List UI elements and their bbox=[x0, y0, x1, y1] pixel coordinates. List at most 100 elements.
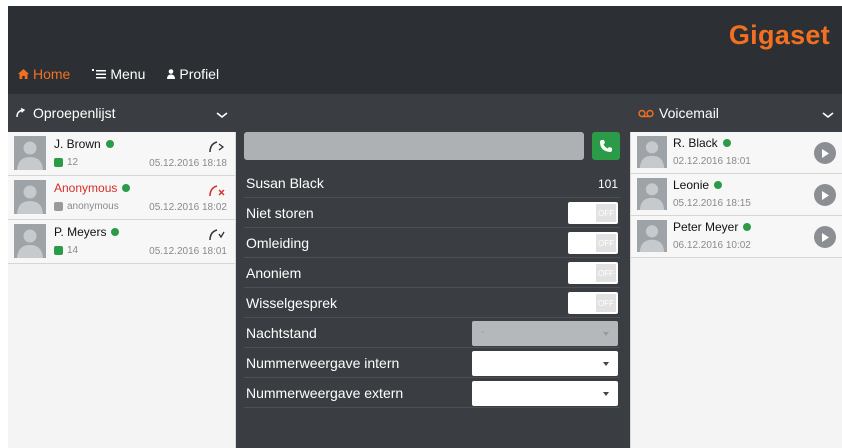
voicemail-date: 05.12.2016 18:15 bbox=[673, 198, 751, 209]
chevron-down-icon bbox=[603, 392, 609, 396]
avatar bbox=[637, 136, 667, 168]
anonymous-toggle[interactable]: OFF bbox=[568, 262, 618, 284]
avatar bbox=[637, 220, 667, 252]
home-icon bbox=[18, 69, 29, 79]
setting-clip-internal: Nummerweergave intern bbox=[244, 348, 620, 378]
call-row[interactable]: Anonymous anonymous 05.12.2016 18:02 bbox=[8, 176, 235, 220]
chevron-down-icon bbox=[603, 332, 609, 336]
dial-input[interactable] bbox=[244, 132, 584, 160]
clip-external-label: Nummerweergave extern bbox=[246, 385, 404, 401]
user-icon bbox=[167, 69, 176, 79]
clip-internal-select[interactable] bbox=[472, 351, 618, 376]
play-icon bbox=[822, 148, 829, 158]
chevron-down-icon[interactable] bbox=[822, 110, 834, 120]
calllist-header: Oproepenlijst bbox=[8, 94, 236, 132]
presence-dot bbox=[714, 181, 723, 189]
play-icon bbox=[822, 232, 829, 242]
clip-external-select[interactable] bbox=[472, 381, 618, 406]
presence-dot bbox=[122, 184, 131, 192]
internal-phone-icon bbox=[54, 158, 63, 167]
dnd-toggle[interactable]: OFF bbox=[568, 202, 618, 224]
voicemail-name: Leonie bbox=[673, 178, 710, 192]
voicemail-name: Peter Meyer bbox=[673, 220, 739, 234]
presence-dot bbox=[743, 223, 752, 231]
anonymous-label: Anoniem bbox=[246, 265, 302, 281]
contact-number: anonymous bbox=[67, 201, 119, 212]
voicemail-date: 02.12.2016 18:01 bbox=[673, 156, 751, 167]
incoming-call-icon bbox=[209, 229, 225, 241]
avatar bbox=[14, 224, 46, 258]
main-nav: Home Menu Profiel bbox=[18, 66, 219, 82]
nav-menu[interactable]: Menu bbox=[92, 66, 145, 82]
calllist-title: Oproepenlijst bbox=[33, 105, 116, 121]
voicemail-header: Voicemail bbox=[630, 94, 842, 132]
center-panel: Susan Black 101 Niet storen OFF Omleidin… bbox=[236, 94, 630, 448]
clip-internal-label: Nummerweergave intern bbox=[246, 355, 400, 371]
nav-home-label: Home bbox=[33, 66, 71, 82]
chevron-down-icon[interactable] bbox=[216, 110, 228, 120]
avatar bbox=[14, 136, 46, 170]
toggle-off-label: OFF bbox=[596, 294, 616, 312]
avatar bbox=[637, 178, 667, 210]
top-bar: Gigaset Home Menu Profiel bbox=[8, 6, 842, 94]
call-list-icon bbox=[16, 108, 26, 118]
forward-label: Omleiding bbox=[246, 235, 310, 251]
contact-number: 14 bbox=[67, 245, 79, 256]
missed-call-icon bbox=[209, 185, 225, 197]
voicemail-row[interactable]: R. Black 02.12.2016 18:01 bbox=[631, 132, 842, 174]
play-button[interactable] bbox=[814, 142, 836, 164]
play-button[interactable] bbox=[814, 226, 836, 248]
contact-number: 12 bbox=[67, 157, 79, 168]
setting-night: Nachtstand - bbox=[244, 318, 620, 348]
setting-callwaiting: Wisselgesprek OFF bbox=[244, 288, 620, 318]
nav-profile-label: Profiel bbox=[179, 66, 220, 82]
callwaiting-toggle[interactable]: OFF bbox=[568, 292, 618, 314]
setting-dnd: Niet storen OFF bbox=[244, 198, 620, 228]
call-date: 05.12.2016 18:01 bbox=[149, 246, 227, 257]
calllist: J. Brown 12 05.12.2016 18:18 Anonymous a… bbox=[8, 132, 236, 448]
night-select: - bbox=[472, 321, 618, 346]
gigaset-logo: Gigaset bbox=[728, 20, 830, 50]
night-select-value: - bbox=[481, 326, 485, 338]
nav-profile[interactable]: Profiel bbox=[167, 66, 219, 82]
nav-home[interactable]: Home bbox=[18, 66, 70, 82]
voicemail-row[interactable]: Leonie 05.12.2016 18:15 bbox=[631, 174, 842, 216]
setting-anonymous: Anoniem OFF bbox=[244, 258, 620, 288]
call-date: 05.12.2016 18:18 bbox=[149, 158, 227, 169]
play-button[interactable] bbox=[814, 184, 836, 206]
setting-clip-external: Nummerweergave extern bbox=[244, 378, 620, 408]
internal-phone-icon bbox=[54, 246, 63, 255]
toggle-off-label: OFF bbox=[596, 204, 616, 222]
user-name: Susan Black bbox=[246, 175, 324, 191]
call-row[interactable]: J. Brown 12 05.12.2016 18:18 bbox=[8, 132, 235, 176]
contact-name: Anonymous bbox=[54, 181, 118, 195]
nav-menu-label: Menu bbox=[110, 66, 146, 82]
presence-dot bbox=[111, 228, 120, 236]
phone-icon bbox=[600, 140, 612, 152]
voicemail-row[interactable]: Peter Meyer 06.12.2016 10:02 bbox=[631, 216, 842, 258]
presence-dot bbox=[722, 139, 731, 147]
presence-dot bbox=[105, 140, 114, 148]
call-date: 05.12.2016 18:02 bbox=[149, 202, 227, 213]
avatar bbox=[14, 180, 46, 214]
toggle-off-label: OFF bbox=[596, 234, 616, 252]
menu-icon bbox=[92, 69, 107, 79]
voicemail-date: 06.12.2016 10:02 bbox=[673, 240, 751, 251]
voicemail-name: R. Black bbox=[673, 136, 718, 150]
user-row: Susan Black 101 bbox=[244, 168, 620, 198]
chevron-down-icon bbox=[603, 362, 609, 366]
dial-button[interactable] bbox=[592, 132, 620, 160]
night-label: Nachtstand bbox=[246, 325, 317, 341]
anonymous-icon bbox=[54, 202, 63, 211]
call-row[interactable]: P. Meyers 14 05.12.2016 18:01 bbox=[8, 220, 235, 264]
toggle-off-label: OFF bbox=[596, 264, 616, 282]
voicemail-list: R. Black 02.12.2016 18:01 Leonie 05.12.2… bbox=[630, 132, 842, 448]
forward-toggle[interactable]: OFF bbox=[568, 232, 618, 254]
callwaiting-label: Wisselgesprek bbox=[246, 295, 338, 311]
voicemail-icon bbox=[638, 109, 654, 117]
setting-forward: Omleiding OFF bbox=[244, 228, 620, 258]
user-extension: 101 bbox=[597, 177, 618, 191]
dnd-label: Niet storen bbox=[246, 205, 314, 221]
contact-name: J. Brown bbox=[54, 137, 101, 151]
contact-name: P. Meyers bbox=[54, 225, 107, 239]
